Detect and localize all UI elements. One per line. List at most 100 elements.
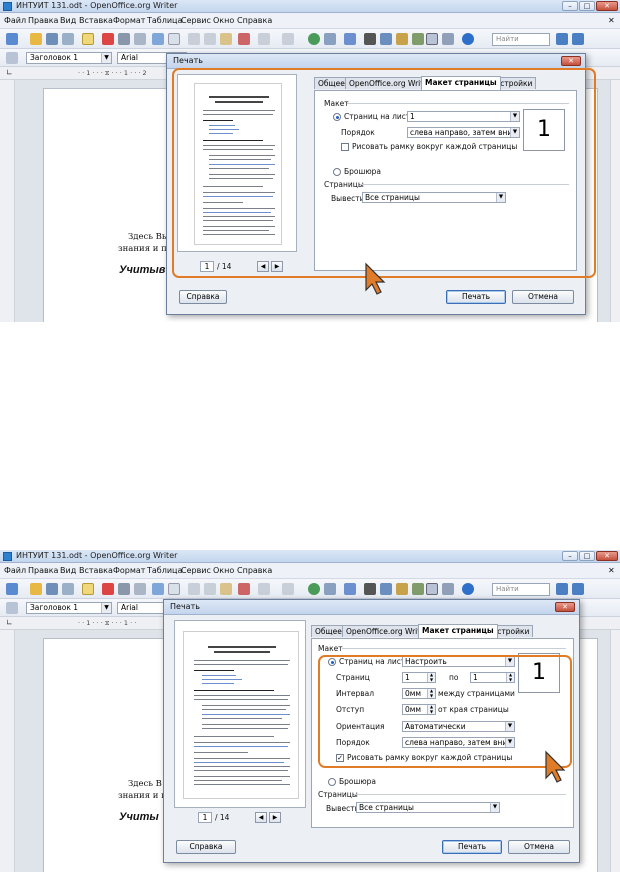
mail-icon[interactable]	[62, 583, 74, 595]
paragraph-style-select[interactable]: Заголовок 1 ▼	[26, 602, 112, 614]
tab-page-layout[interactable]: Макет страницы	[421, 76, 501, 90]
hyperlink-icon[interactable]	[308, 33, 320, 45]
table-icon[interactable]	[324, 583, 336, 595]
paragraph-style-select[interactable]: Заголовок 1 ▼	[26, 52, 112, 64]
undo-icon[interactable]	[258, 583, 270, 595]
help-button[interactable]: Справка	[179, 290, 227, 304]
booklet-radio[interactable]	[328, 778, 336, 786]
help-button[interactable]: Справка	[176, 840, 236, 854]
find-replace-icon[interactable]	[364, 33, 376, 45]
find-input[interactable]: Найти	[492, 583, 550, 596]
menu-table[interactable]: Таблица	[147, 566, 182, 575]
datasources-icon[interactable]	[412, 33, 424, 45]
mail-icon[interactable]	[62, 33, 74, 45]
formatting-marks-icon[interactable]	[426, 583, 438, 595]
clone-format-icon[interactable]	[238, 583, 250, 595]
menu-table[interactable]: Таблица	[147, 16, 182, 25]
menu-help[interactable]: Справка	[237, 566, 272, 575]
hyperlink-icon[interactable]	[308, 583, 320, 595]
cut-icon[interactable]	[188, 33, 200, 45]
doc-close-icon[interactable]: ✕	[608, 566, 615, 575]
save-icon[interactable]	[46, 583, 58, 595]
menu-edit[interactable]: Правка	[28, 16, 58, 25]
formatting-marks-icon[interactable]	[426, 33, 438, 45]
print-icon[interactable]	[118, 33, 130, 45]
page-preview-icon[interactable]	[134, 33, 146, 45]
close-button[interactable]: ✕	[596, 551, 618, 561]
dialog-close-button[interactable]: ✕	[561, 56, 581, 66]
help-icon[interactable]	[462, 583, 474, 595]
menu-window[interactable]: Окно	[213, 566, 234, 575]
styles-icon[interactable]	[6, 602, 18, 614]
output-select[interactable]: Все страницы ▼	[356, 802, 500, 813]
vertical-scrollbar[interactable]	[610, 630, 620, 872]
menu-format[interactable]: Формат	[113, 16, 145, 25]
cancel-button[interactable]: Отмена	[508, 840, 570, 854]
find-up-icon[interactable]	[572, 583, 584, 595]
dialog-close-button[interactable]: ✕	[555, 602, 575, 612]
gallery-icon[interactable]	[396, 33, 408, 45]
menu-tools[interactable]: Сервис	[181, 566, 211, 575]
draw-icon[interactable]	[344, 33, 356, 45]
maximize-button[interactable]: □	[579, 1, 595, 11]
navigator-icon[interactable]	[380, 33, 392, 45]
autospell-icon[interactable]	[168, 583, 180, 595]
menu-insert[interactable]: Вставка	[79, 16, 113, 25]
paste-icon[interactable]	[220, 33, 232, 45]
spellcheck-icon[interactable]	[152, 33, 164, 45]
new-icon[interactable]	[6, 33, 18, 45]
zoom-icon[interactable]	[442, 33, 454, 45]
zoom-icon[interactable]	[442, 583, 454, 595]
datasources-icon[interactable]	[412, 583, 424, 595]
print-icon[interactable]	[118, 583, 130, 595]
help-icon[interactable]	[462, 33, 474, 45]
tab-stop-icon[interactable]: ∟	[6, 618, 13, 627]
tab-general[interactable]: Общее	[311, 625, 346, 637]
copy-icon[interactable]	[204, 583, 216, 595]
save-icon[interactable]	[46, 33, 58, 45]
copy-icon[interactable]	[204, 33, 216, 45]
undo-icon[interactable]	[258, 33, 270, 45]
styles-icon[interactable]	[6, 52, 18, 64]
tab-page-layout[interactable]: Макет страницы	[418, 624, 498, 638]
paste-icon[interactable]	[220, 583, 232, 595]
spellcheck-icon[interactable]	[152, 583, 164, 595]
cut-icon[interactable]	[188, 583, 200, 595]
draw-icon[interactable]	[344, 583, 356, 595]
prev-page-icon[interactable]: ◀	[255, 812, 267, 823]
autospell-icon[interactable]	[168, 33, 180, 45]
new-icon[interactable]	[6, 583, 18, 595]
navigator-icon[interactable]	[380, 583, 392, 595]
menu-view[interactable]: Вид	[60, 566, 76, 575]
find-down-icon[interactable]	[556, 33, 568, 45]
open-icon[interactable]	[30, 583, 42, 595]
table-icon[interactable]	[324, 33, 336, 45]
find-replace-icon[interactable]	[364, 583, 376, 595]
clone-format-icon[interactable]	[238, 33, 250, 45]
page-number-input[interactable]: 1	[198, 812, 212, 823]
menu-edit[interactable]: Правка	[28, 566, 58, 575]
find-down-icon[interactable]	[556, 583, 568, 595]
pdf-icon[interactable]	[102, 33, 114, 45]
menu-insert[interactable]: Вставка	[79, 566, 113, 575]
next-page-icon[interactable]: ▶	[269, 812, 281, 823]
edit-file-icon[interactable]	[82, 583, 94, 595]
menu-view[interactable]: Вид	[60, 16, 76, 25]
menu-file[interactable]: Файл	[4, 16, 26, 25]
menu-file[interactable]: Файл	[4, 566, 26, 575]
gallery-icon[interactable]	[396, 583, 408, 595]
find-up-icon[interactable]	[572, 33, 584, 45]
doc-close-icon[interactable]: ✕	[608, 16, 615, 25]
open-icon[interactable]	[30, 33, 42, 45]
pdf-icon[interactable]	[102, 583, 114, 595]
cancel-button[interactable]: Отмена	[512, 290, 574, 304]
minimize-button[interactable]: –	[562, 551, 578, 561]
menu-window[interactable]: Окно	[213, 16, 234, 25]
tab-stop-icon[interactable]: ∟	[6, 68, 13, 77]
menu-tools[interactable]: Сервис	[181, 16, 211, 25]
print-button[interactable]: Печать	[446, 290, 506, 304]
minimize-button[interactable]: –	[562, 1, 578, 11]
menu-format[interactable]: Формат	[113, 566, 145, 575]
redo-icon[interactable]	[282, 583, 294, 595]
vertical-scrollbar[interactable]	[610, 80, 620, 322]
